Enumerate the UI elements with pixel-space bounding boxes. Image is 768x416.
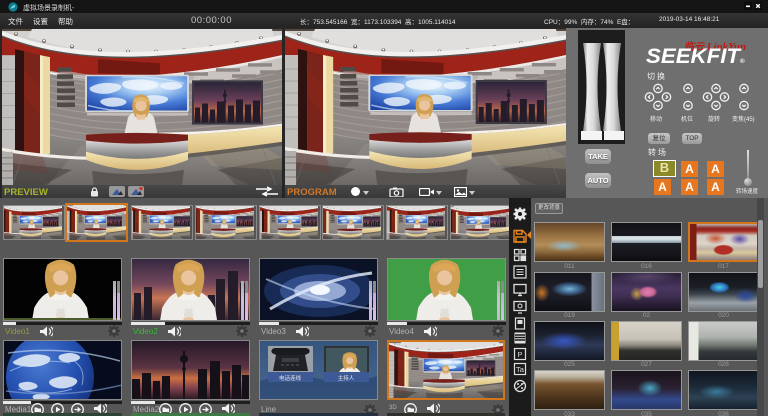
svg-text:主持人: 主持人	[338, 374, 355, 382]
svg-text:Ta: Ta	[516, 365, 525, 374]
svg-text:电话连线: 电话连线	[279, 374, 302, 382]
svg-text:P: P	[518, 352, 523, 359]
